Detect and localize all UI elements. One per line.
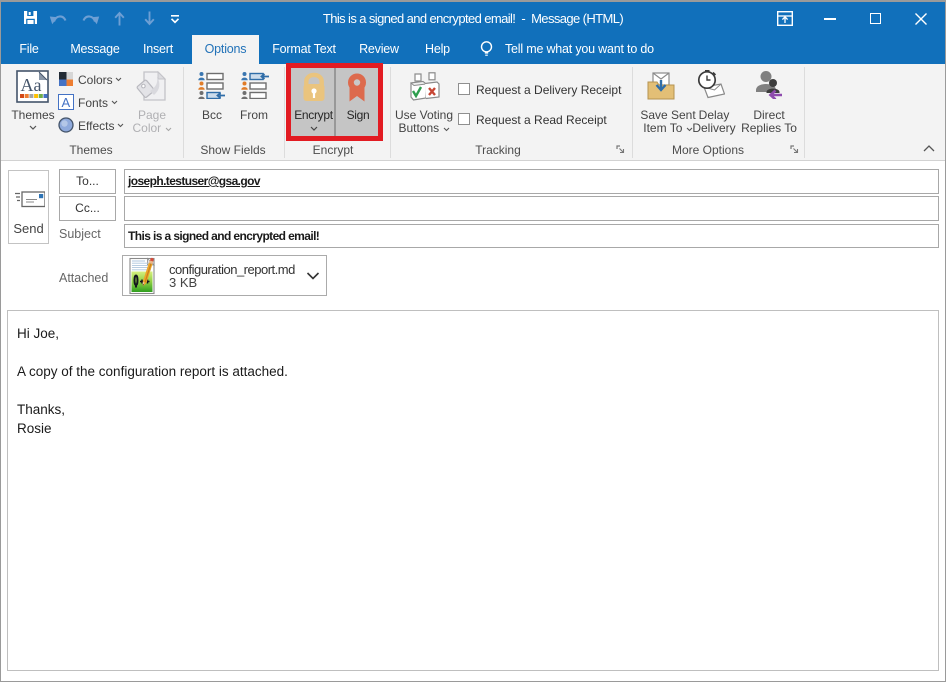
svg-text:A: A: [62, 95, 71, 110]
svg-text:Aa: Aa: [21, 75, 42, 95]
